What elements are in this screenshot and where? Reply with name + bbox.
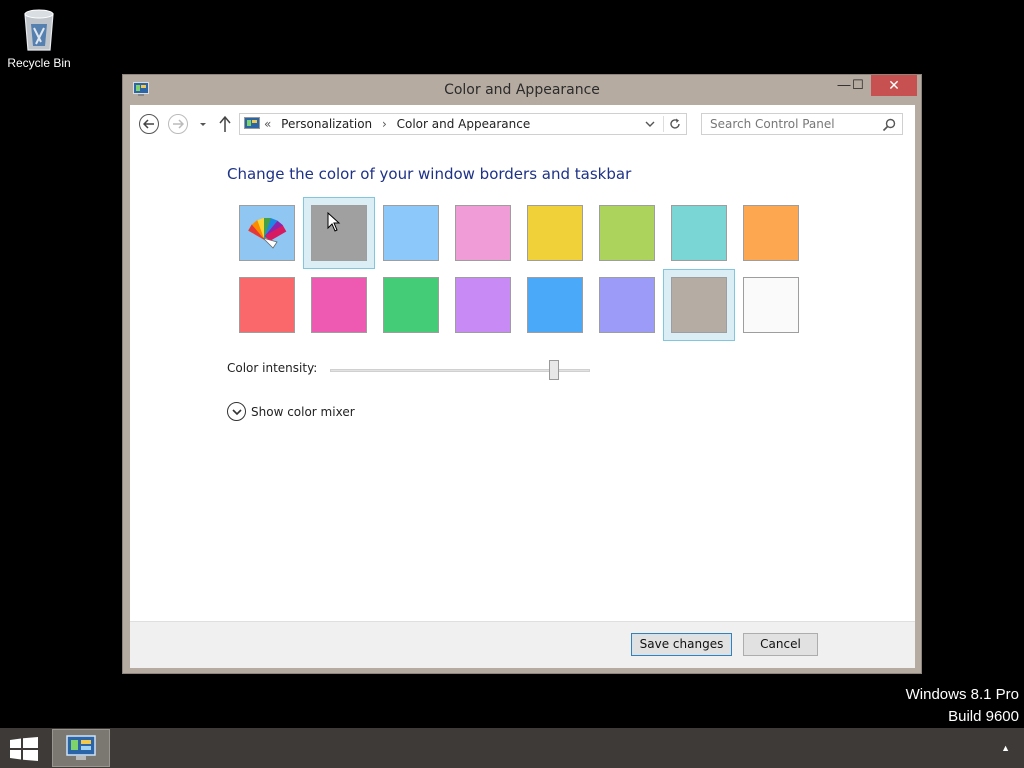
swatch-fill <box>743 205 799 261</box>
color-swatch-pink[interactable] <box>447 197 519 269</box>
color-swatch-orange[interactable] <box>735 197 807 269</box>
swatch-fill <box>743 277 799 333</box>
color-appearance-window: Color and Appearance — ☐ ✕ « Personaliza… <box>122 74 922 674</box>
color-palette-icon <box>248 217 287 249</box>
watermark-edition: Windows 8.1 Pro <box>905 686 1019 703</box>
color-swatch-teal[interactable] <box>663 197 735 269</box>
maximize-button[interactable]: ☐ <box>845 75 871 96</box>
intensity-slider-thumb[interactable] <box>548 360 559 380</box>
swatch-fill <box>527 205 583 261</box>
search-box[interactable]: Search Control Panel <box>701 113 903 135</box>
client-area: « Personalization › Color and Appearance… <box>130 105 915 668</box>
windows-version-watermark: Windows 8.1 Pro Build 9600 <box>906 684 1019 728</box>
show-color-mixer-label: Show color mixer <box>251 404 355 419</box>
save-changes-button[interactable]: Save changes <box>631 633 732 656</box>
swatch-fill <box>671 277 727 333</box>
color-swatch-periwinkle[interactable] <box>591 269 663 341</box>
swatch-fill <box>455 205 511 261</box>
breadcrumb-color-appearance[interactable]: Color and Appearance <box>397 117 531 131</box>
forward-button[interactable] <box>168 114 188 134</box>
chevron-down-icon[interactable] <box>644 118 656 130</box>
show-color-mixer-toggle[interactable]: Show color mixer <box>227 402 355 421</box>
windows-start-icon[interactable] <box>10 737 38 761</box>
navigation-bar: « Personalization › Color and Appearance… <box>130 105 915 143</box>
swatch-fill <box>599 205 655 261</box>
swatch-fill <box>239 205 295 261</box>
cancel-button[interactable]: Cancel <box>743 633 818 656</box>
search-icon[interactable] <box>882 118 896 132</box>
swatch-fill <box>527 277 583 333</box>
arrow-left-icon <box>143 119 154 129</box>
window-title: Color and Appearance <box>444 82 600 98</box>
color-swatch-taupe[interactable] <box>663 269 735 341</box>
refresh-icon[interactable] <box>668 117 682 131</box>
search-input[interactable]: Search Control Panel <box>710 117 835 131</box>
swatch-fill <box>383 205 439 261</box>
color-swatch-green[interactable] <box>375 269 447 341</box>
chevron-down-circle-icon <box>227 402 246 421</box>
swatch-fill <box>599 277 655 333</box>
title-bar[interactable]: Color and Appearance — ☐ ✕ <box>123 75 921 105</box>
color-swatch-lime[interactable] <box>591 197 663 269</box>
color-swatch-red[interactable] <box>231 269 303 341</box>
color-swatch-white[interactable] <box>735 269 807 341</box>
color-swatch-purple[interactable] <box>447 269 519 341</box>
swatch-fill <box>239 277 295 333</box>
address-divider <box>663 116 664 132</box>
watermark-build: Build 9600 <box>948 708 1019 725</box>
breadcrumb-overflow[interactable]: « <box>264 117 271 131</box>
page-heading: Change the color of your window borders … <box>227 165 632 183</box>
close-button[interactable]: ✕ <box>871 75 917 96</box>
color-swatch-automatic[interactable] <box>231 197 303 269</box>
arrow-right-icon <box>173 119 184 129</box>
swatch-fill <box>383 277 439 333</box>
color-swatch-magenta[interactable] <box>303 269 375 341</box>
color-swatch-yellow[interactable] <box>519 197 591 269</box>
swatch-fill <box>311 277 367 333</box>
recycle-bin-desktop-icon[interactable]: Recycle Bin <box>4 6 74 70</box>
recycle-bin-icon <box>24 9 54 51</box>
mouse-cursor-icon <box>327 212 341 232</box>
control-panel-icon <box>244 117 260 129</box>
show-hidden-icons-button[interactable]: ▲ <box>1001 743 1010 753</box>
swatch-fill <box>671 205 727 261</box>
recycle-bin-label: Recycle Bin <box>7 56 71 70</box>
control-panel-taskbar-icon <box>66 735 96 760</box>
recent-locations-dropdown-icon[interactable] <box>197 117 209 131</box>
intensity-label: Color intensity: <box>227 361 318 375</box>
color-swatch-gray[interactable] <box>303 197 375 269</box>
breadcrumb: « Personalization › Color and Appearance <box>264 117 536 131</box>
taskbar-control-panel-button[interactable] <box>52 729 110 767</box>
color-swatch-light-blue[interactable] <box>375 197 447 269</box>
swatch-fill <box>455 277 511 333</box>
up-arrow-icon[interactable] <box>218 115 232 133</box>
back-button[interactable] <box>139 114 159 134</box>
breadcrumb-separator[interactable]: › <box>382 117 387 131</box>
taskbar: ▲ <box>0 728 1024 768</box>
color-swatch-blue[interactable] <box>519 269 591 341</box>
breadcrumb-personalization[interactable]: Personalization <box>281 117 372 131</box>
dialog-footer: Save changes Cancel <box>130 621 915 668</box>
address-bar[interactable]: « Personalization › Color and Appearance <box>239 113 687 135</box>
